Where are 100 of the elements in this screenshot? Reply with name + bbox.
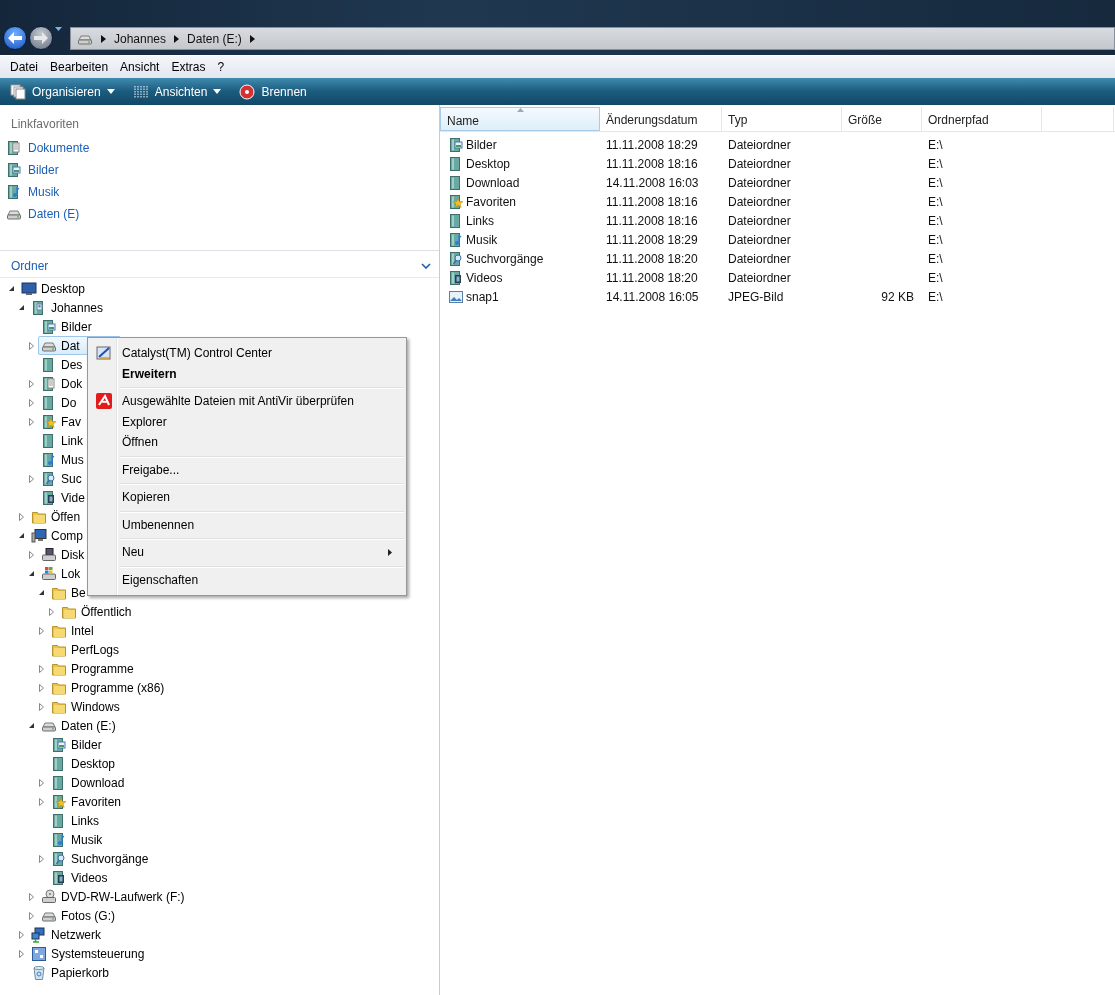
file-name[interactable]: snap1	[466, 289, 499, 304]
tree-item[interactable]: Suchvorgänge	[48, 849, 152, 868]
expanded-arrow-icon[interactable]	[8, 285, 15, 292]
column-header[interactable]: Ordnerpfad	[922, 107, 1042, 131]
menu-item[interactable]: Neu	[90, 542, 404, 563]
favorite-link[interactable]: Musik	[0, 181, 66, 203]
collapsed-arrow-icon[interactable]	[28, 417, 35, 426]
tree-item[interactable]: Netzwerk	[28, 925, 104, 944]
tree-item[interactable]: Lok	[38, 564, 84, 583]
tree-item[interactable]: Fav	[38, 412, 84, 431]
collapsed-arrow-icon[interactable]	[28, 550, 35, 559]
collapsed-arrow-icon[interactable]	[28, 398, 35, 407]
chevron-icon[interactable]	[174, 34, 180, 43]
collapsed-arrow-icon[interactable]	[28, 892, 35, 901]
collapsed-arrow-icon[interactable]	[18, 512, 25, 521]
file-name[interactable]: Musik	[466, 232, 498, 247]
tree-item[interactable]: Desktop	[18, 279, 89, 298]
menu-item[interactable]: Bearbeiten	[44, 58, 115, 76]
collapsed-arrow-icon[interactable]	[38, 797, 45, 806]
expanded-arrow-icon[interactable]	[18, 532, 25, 539]
tree-item[interactable]: Bilder	[48, 735, 105, 754]
menu-item[interactable]: Ansicht	[114, 58, 166, 76]
collapsed-arrow-icon[interactable]	[38, 778, 45, 787]
file-name[interactable]: Download	[466, 175, 520, 190]
tree-item[interactable]: Musik	[48, 830, 106, 849]
menu-item[interactable]: Extras	[165, 58, 212, 76]
collapsed-arrow-icon[interactable]	[18, 930, 25, 939]
toolbar-button[interactable]: Organisieren	[6, 81, 119, 102]
file-name[interactable]: Videos	[466, 270, 503, 285]
tree-item[interactable]: Mus	[38, 450, 87, 469]
column-header[interactable]: Name	[440, 107, 600, 131]
tree-item[interactable]: PerfLogs	[48, 640, 123, 659]
chevron-icon[interactable]	[249, 34, 255, 43]
breadcrumb[interactable]: Daten (E:)	[187, 31, 242, 46]
toolbar-button[interactable]: Ansichten	[128, 81, 226, 102]
file-name[interactable]: Bilder	[466, 137, 497, 152]
collapsed-arrow-icon[interactable]	[38, 664, 45, 673]
collapsed-arrow-icon[interactable]	[28, 379, 35, 388]
menu-item[interactable]: Explorer	[90, 411, 404, 432]
tree-item[interactable]: Intel	[48, 621, 97, 640]
expanded-arrow-icon[interactable]	[28, 570, 35, 577]
tree-item[interactable]: Johannes	[28, 298, 107, 317]
expanded-arrow-icon[interactable]	[18, 304, 25, 311]
tree-item[interactable]: Vide	[38, 488, 88, 507]
tree-item[interactable]: Comp	[28, 526, 86, 545]
tree-item[interactable]: Disk	[38, 545, 88, 564]
collapsed-arrow-icon[interactable]	[38, 626, 45, 635]
back-button[interactable]	[3, 26, 27, 50]
tree-item[interactable]: Videos	[48, 868, 111, 887]
tree-item[interactable]: Papierkorb	[28, 963, 113, 982]
chevron-icon[interactable]	[101, 34, 106, 43]
file-name[interactable]: Links	[466, 213, 494, 228]
column-header[interactable]: Größe	[842, 107, 922, 131]
tree-item[interactable]: Links	[48, 811, 102, 830]
tree-item[interactable]: Bilder	[38, 317, 95, 336]
toolbar-button[interactable]: Brennen	[235, 81, 311, 102]
tree-item[interactable]: Windows	[48, 697, 123, 716]
menu-item[interactable]: Freigabe...	[90, 459, 404, 480]
expanded-arrow-icon[interactable]	[38, 589, 45, 596]
tree-item[interactable]: Dok	[38, 374, 86, 393]
menu-item[interactable]: Datei	[4, 58, 44, 76]
favorite-link[interactable]: Bilder	[0, 159, 65, 181]
history-caret-icon[interactable]	[55, 27, 62, 31]
favorite-link[interactable]: Dokumente	[0, 137, 96, 159]
collapsed-arrow-icon[interactable]	[28, 341, 35, 350]
tree-item[interactable]: Do	[38, 393, 80, 412]
tree-item[interactable]: Suc	[38, 469, 85, 488]
expanded-arrow-icon[interactable]	[28, 722, 35, 729]
file-name[interactable]: Suchvorgänge	[466, 251, 544, 266]
menu-item[interactable]: Ausgewählte Dateien mit AntiVir überprüfen	[90, 391, 404, 412]
collapsed-arrow-icon[interactable]	[38, 702, 45, 711]
folders-header[interactable]: Ordner	[0, 255, 439, 278]
menu-item[interactable]: Öffnen	[90, 432, 404, 453]
menu-item[interactable]: Erweitern	[90, 363, 404, 384]
menu-item[interactable]: Kopieren	[90, 487, 404, 508]
tree-item[interactable]: Des	[38, 355, 86, 374]
tree-item[interactable]: Daten (E:)	[38, 716, 119, 735]
address-bar[interactable]: Johannes Daten (E:)	[70, 27, 1115, 50]
column-header[interactable]: Änderungsdatum	[600, 107, 722, 131]
collapsed-arrow-icon[interactable]	[38, 854, 45, 863]
tree-item[interactable]: Link	[38, 431, 86, 450]
tree-item[interactable]: Programme (x86)	[48, 678, 168, 697]
menu-item[interactable]: Umbenennen	[90, 514, 404, 535]
tree-item[interactable]: Programme	[48, 659, 137, 678]
tree-item[interactable]: Fotos (G:)	[38, 906, 118, 925]
tree-item[interactable]: Öffen	[28, 507, 84, 526]
column-header[interactable]: Typ	[722, 107, 842, 131]
tree-item[interactable]: Öffentlich	[58, 602, 135, 621]
tree-item[interactable]: DVD-RW-Laufwerk (F:)	[38, 887, 188, 906]
file-name[interactable]: Desktop	[466, 156, 511, 171]
tree-item[interactable]: Be	[48, 583, 89, 602]
collapsed-arrow-icon[interactable]	[38, 683, 45, 692]
collapsed-arrow-icon[interactable]	[28, 474, 35, 483]
breadcrumb[interactable]: Johannes	[114, 31, 167, 46]
tree-item[interactable]: Desktop	[48, 754, 119, 773]
forward-button[interactable]	[29, 26, 53, 50]
menu-item[interactable]: Eigenschaften	[90, 569, 404, 590]
collapsed-arrow-icon[interactable]	[28, 911, 35, 920]
tree-item[interactable]: Favoriten	[48, 792, 125, 811]
tree-item[interactable]: Download	[48, 773, 128, 792]
